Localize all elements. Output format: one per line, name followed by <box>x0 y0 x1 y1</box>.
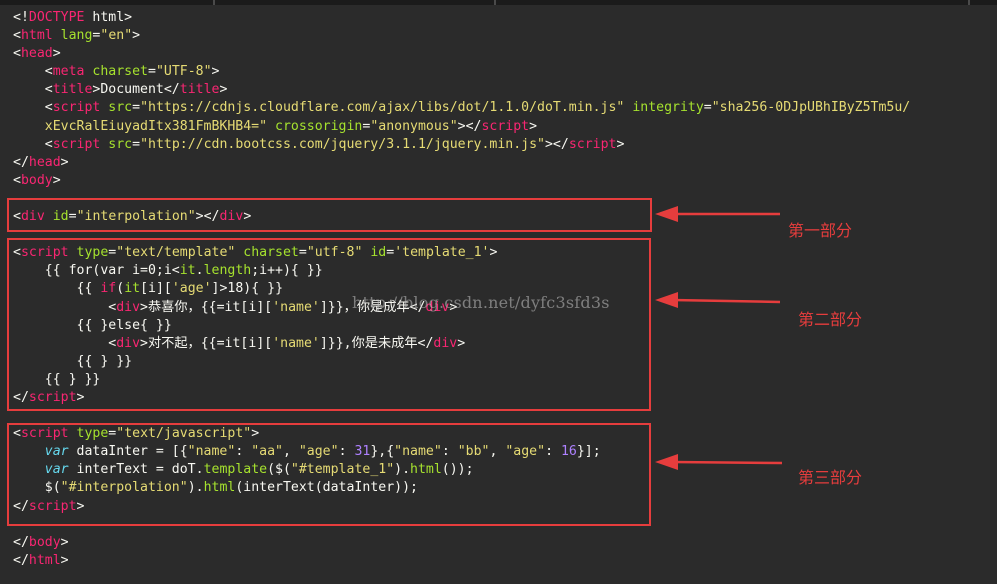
label-part-3: 第三部分 <box>798 468 863 487</box>
annotation-arrows <box>655 206 783 470</box>
arrow-head-part-1 <box>655 206 678 222</box>
arrow-part-2 <box>671 298 781 304</box>
arrow-head-part-3 <box>655 454 678 470</box>
arrow-head-part-2 <box>655 292 678 308</box>
label-part-2: 第二部分 <box>798 310 863 329</box>
arrow-part-3 <box>671 460 783 465</box>
label-part-1: 第一部分 <box>788 221 853 240</box>
